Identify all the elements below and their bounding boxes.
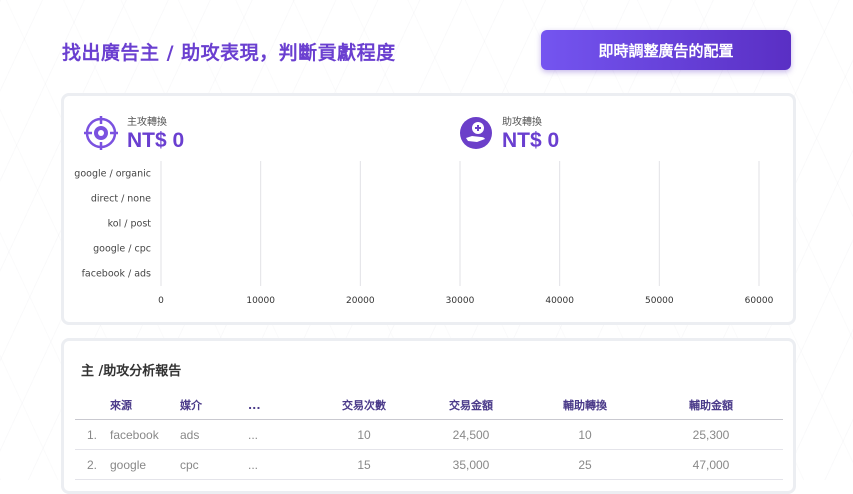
column-header-transactions[interactable]: 交易次數 bbox=[317, 391, 411, 420]
adjust-ads-button[interactable]: 即時調整廣告的配置 bbox=[541, 30, 791, 70]
row-medium: ads bbox=[179, 419, 247, 450]
row-assists: 25 bbox=[531, 449, 639, 480]
report-header-row: 來源 媒介 ... 交易次數 交易金額 輔助轉換 輔助金額 bbox=[75, 391, 783, 420]
column-header-medium[interactable]: 媒介 bbox=[179, 391, 247, 420]
y-category-label: google / cpc bbox=[93, 244, 151, 255]
row-source: facebook bbox=[109, 419, 179, 450]
row-transactions: 10 bbox=[317, 419, 411, 450]
column-header-more[interactable]: ... bbox=[247, 391, 317, 420]
row-more: ... bbox=[247, 419, 317, 450]
row-assist-amount: 47,000 bbox=[639, 449, 783, 480]
x-tick-label: 20000 bbox=[346, 296, 375, 306]
x-tick-label: 40000 bbox=[545, 296, 574, 306]
row-rank: 2. bbox=[75, 449, 109, 480]
report-table: 來源 媒介 ... 交易次數 交易金額 輔助轉換 輔助金額 1. faceboo… bbox=[75, 391, 783, 480]
row-rank: 1. bbox=[75, 419, 109, 450]
table-row[interactable]: 1. facebook ads ... 10 24,500 10 25,300 bbox=[75, 419, 783, 450]
row-more: ... bbox=[247, 449, 317, 480]
table-row[interactable]: 2. google cpc ... 15 35,000 25 47,000 bbox=[75, 449, 783, 480]
column-header-source[interactable]: 來源 bbox=[109, 391, 179, 420]
row-assist-amount: 25,300 bbox=[639, 419, 783, 450]
x-tick-label: 0 bbox=[158, 296, 164, 306]
y-category-label: kol / post bbox=[108, 219, 152, 230]
row-amount: 35,000 bbox=[411, 449, 531, 480]
column-header-assist-amount[interactable]: 輔助金額 bbox=[639, 391, 783, 420]
column-header-assists[interactable]: 輔助轉換 bbox=[531, 391, 639, 420]
column-header-rank bbox=[75, 391, 109, 420]
y-category-label: facebook / ads bbox=[82, 269, 151, 280]
row-assists: 10 bbox=[531, 419, 639, 450]
page-title: 找出廣告主 / 助攻表現，判斷貢獻程度 bbox=[62, 42, 396, 64]
y-category-label: google / organic bbox=[74, 169, 151, 180]
row-medium: cpc bbox=[179, 449, 247, 480]
row-transactions: 15 bbox=[317, 449, 411, 480]
source-conversion-bar-chart: 0 10000 20000 30000 40000 50000 60000 google / … bbox=[74, 161, 774, 306]
x-tick-label: 50000 bbox=[645, 296, 674, 306]
x-tick-label: 10000 bbox=[246, 296, 275, 306]
report-title: 主 /助攻分析報告 bbox=[81, 364, 182, 379]
column-header-amount[interactable]: 交易金額 bbox=[411, 391, 531, 420]
report-panel: 主 /助攻分析報告 來源 媒介 ... 交易次數 交易金額 輔助轉換 輔助金額 … bbox=[61, 338, 796, 494]
x-tick-label: 30000 bbox=[446, 296, 475, 306]
y-category-label: direct / none bbox=[91, 194, 151, 205]
row-amount: 24,500 bbox=[411, 419, 531, 450]
conversion-chart-panel: 主攻轉換 NT$ 0 助攻轉換 NT$ 0 0 10000 20000 30000 40… bbox=[61, 93, 796, 325]
x-tick-label: 60000 bbox=[745, 296, 774, 306]
row-source: google bbox=[109, 449, 179, 480]
